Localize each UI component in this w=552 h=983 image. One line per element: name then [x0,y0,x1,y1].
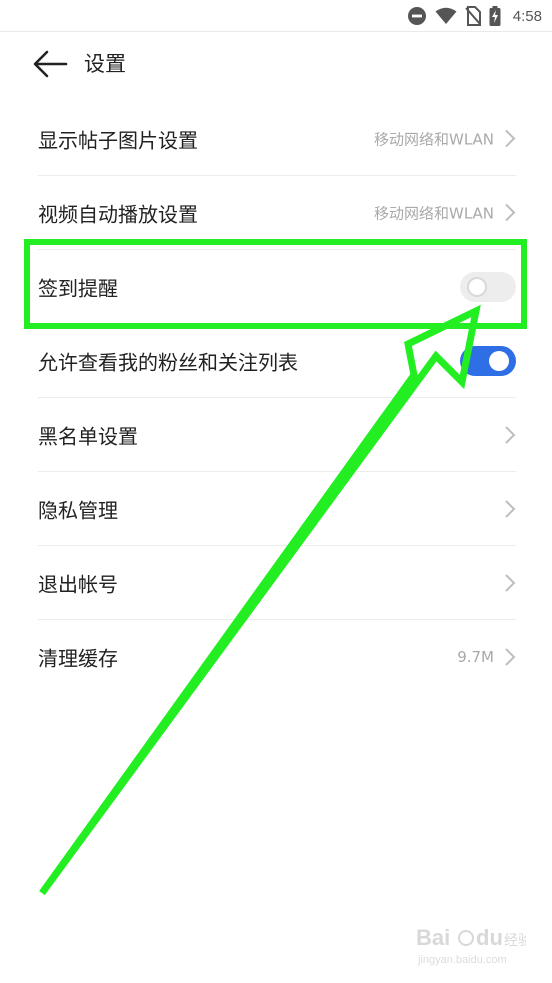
settings-item-label: 允许查看我的粉丝和关注列表 [38,350,298,374]
status-time: 4:58 [512,7,542,25]
chevron-right-icon [505,129,516,148]
back-button[interactable] [30,44,70,84]
settings-item-clear-cache[interactable]: 清理缓存 9.7M [38,620,516,694]
svg-text:jingyan.baidu.com: jingyan.baidu.com [417,954,507,966]
settings-item-logout[interactable]: 退出帐号 [38,546,516,620]
chevron-right-icon [505,499,516,518]
chevron-right-icon [505,203,516,222]
checkin-reminder-toggle[interactable] [460,271,516,302]
status-bar: 4:58 [0,0,552,32]
wifi-icon [435,7,457,24]
do-not-disturb-icon [407,7,426,25]
settings-item-checkin-reminder: 签到提醒 [38,250,516,324]
chevron-right-icon [505,573,516,592]
settings-item-value: 移动网络和WLAN [373,204,494,222]
svg-text:du: du [476,925,503,950]
baidu-jingyan-watermark: Bai du 经验 jingyan.baidu.com [416,921,532,969]
settings-item-value: 9.7M [457,648,494,666]
settings-item-label: 显示帖子图片设置 [38,128,198,152]
svg-text:经验: 经验 [504,933,526,949]
settings-item-blacklist[interactable]: 黑名单设置 [38,398,516,472]
toggle-knob [467,276,487,297]
no-sim-icon [465,6,481,26]
settings-item-privacy[interactable]: 隐私管理 [38,472,516,546]
follower-visibility-toggle[interactable] [460,345,516,376]
app-header: 设置 [0,32,552,96]
chevron-right-icon [505,425,516,444]
settings-item-label: 清理缓存 [38,646,118,671]
chevron-right-icon [505,648,516,666]
settings-list: 显示帖子图片设置 移动网络和WLAN 视频自动播放设置 移动网络和WLAN 签到… [38,102,516,694]
watermark-logo: Bai du 经验 jingyan.baidu.com [416,925,532,966]
settings-item-follower-visibility: 允许查看我的粉丝和关注列表 [38,324,516,398]
battery-charging-icon [489,6,501,26]
toggle-knob [489,350,509,371]
settings-item-label: 黑名单设置 [38,424,138,448]
back-arrow-icon [33,50,68,78]
svg-text:Bai: Bai [416,925,450,950]
settings-item-label: 视频自动播放设置 [38,202,198,226]
settings-item-video-autoplay[interactable]: 视频自动播放设置 移动网络和WLAN [38,176,516,250]
settings-item-label: 签到提醒 [38,276,118,300]
settings-item-label: 退出帐号 [38,572,118,596]
settings-item-post-image[interactable]: 显示帖子图片设置 移动网络和WLAN [38,102,516,176]
settings-item-value: 移动网络和WLAN [373,130,494,148]
status-icons: 4:58 [407,5,542,27]
page-title: 设置 [84,52,126,76]
settings-item-label: 隐私管理 [38,498,118,522]
